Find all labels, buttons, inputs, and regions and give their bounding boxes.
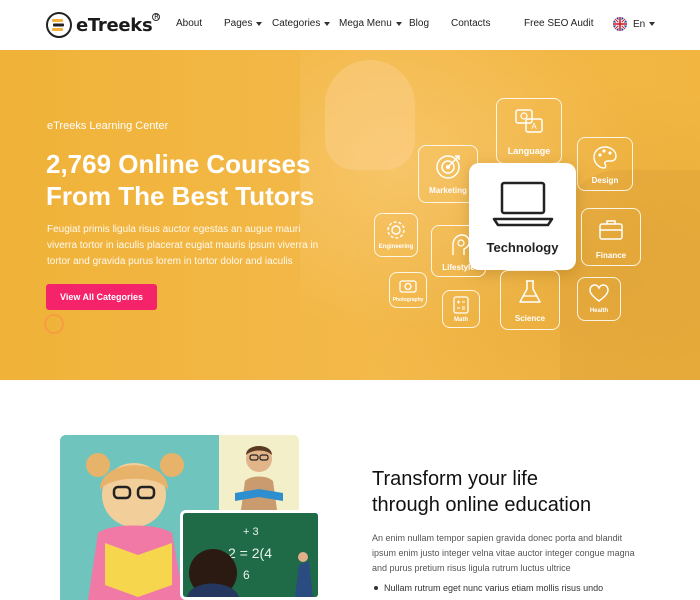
nav-blog[interactable]: Blog: [409, 18, 429, 29]
svg-text:2 = 2(4: 2 = 2(4: [228, 545, 272, 561]
registered-mark: R: [152, 12, 161, 21]
logo-icon: [46, 12, 72, 38]
category-label: Engineering: [378, 244, 414, 250]
category-label: Health: [589, 308, 609, 314]
svg-text:A: A: [531, 122, 537, 131]
svg-text:+ 3: + 3: [243, 526, 259, 538]
chevron-down-icon: [395, 21, 402, 26]
logo[interactable]: eTreeks R: [46, 12, 161, 38]
list-item: Nullam rutrum eget nunc varius etiam mol…: [372, 583, 662, 593]
category-label: Language: [507, 146, 551, 156]
chevron-down-icon: [324, 21, 331, 26]
category-tile-language[interactable]: A Language: [496, 98, 562, 164]
nav-mega-menu[interactable]: Mega Menu: [339, 18, 402, 29]
gear-icon: [387, 221, 405, 239]
lifestyle-icon: [451, 234, 470, 255]
category-tile-finance[interactable]: Finance: [581, 208, 641, 266]
hero-eyebrow: eTreeks Learning Center: [47, 120, 169, 132]
flask-icon: [519, 280, 541, 303]
nav-contacts[interactable]: Contacts: [451, 18, 490, 29]
briefcase-icon: [599, 220, 623, 240]
logo-text: eTreeks R: [76, 12, 161, 36]
chevron-down-icon: [256, 21, 263, 26]
category-label: Finance: [595, 251, 627, 260]
category-tile-engineering[interactable]: Engineering: [374, 213, 418, 257]
target-icon: [436, 155, 460, 179]
hero-description: Feugiat primis ligula risus auctor egest…: [47, 224, 319, 267]
category-label: Lifestyle: [442, 263, 475, 272]
language-icon: A: [515, 109, 543, 133]
category-tile-math[interactable]: Math: [442, 290, 480, 328]
calculator-icon: [453, 296, 469, 314]
hero-person-silhouette: [560, 170, 700, 380]
nav-pages[interactable]: Pages: [224, 18, 263, 29]
category-label: Math: [454, 317, 468, 323]
boy-with-book-image: [219, 435, 299, 510]
view-all-categories-button[interactable]: View All Categories: [46, 284, 157, 310]
uk-flag-icon: [613, 17, 627, 31]
section-description: An enim nullam tempor sapien gravida don…: [372, 533, 635, 573]
category-tile-science[interactable]: Science: [500, 270, 560, 330]
site-header: eTreeks R About Pages Categories Mega Men…: [0, 0, 700, 50]
free-seo-audit-link[interactable]: Free SEO Audit: [524, 18, 593, 29]
camera-icon: [399, 280, 417, 293]
bullet-icon: [374, 586, 378, 590]
palette-icon: [593, 146, 617, 169]
hero-title: 2,769 Online Courses From The Best Tutor…: [46, 149, 315, 211]
chevron-down-icon: [649, 22, 656, 26]
category-tile-photography[interactable]: Photography: [389, 272, 427, 308]
category-label: Photography: [392, 297, 424, 303]
category-label: Design: [591, 176, 619, 185]
heart-icon: [589, 284, 609, 302]
svg-text:6: 6: [243, 568, 250, 582]
decorative-circle: [44, 314, 64, 334]
laptop-icon: [492, 181, 553, 227]
category-label: Science: [514, 314, 546, 323]
category-tile-lifestyle[interactable]: Lifestyle: [431, 225, 486, 277]
category-tile-design[interactable]: Design: [577, 137, 633, 191]
nav-categories[interactable]: Categories: [272, 18, 331, 29]
section-title: Transform your life through online educa…: [372, 468, 592, 516]
language-selector[interactable]: En: [613, 17, 656, 31]
chalkboard-math-image: + 3 2 = 2(4 6: [180, 510, 321, 600]
nav-about[interactable]: About: [176, 18, 202, 29]
category-tile-health[interactable]: Health: [577, 277, 621, 321]
